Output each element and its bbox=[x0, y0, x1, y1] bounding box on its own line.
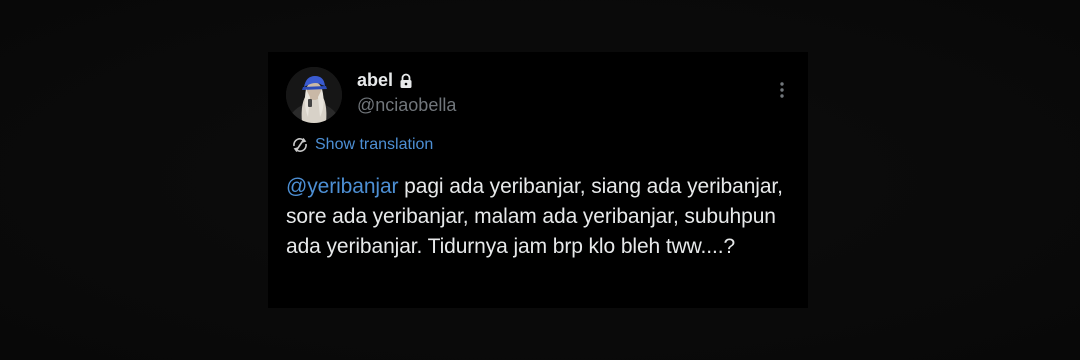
avatar-image bbox=[286, 67, 342, 123]
tweet-text: @yeribanjar pagi ada yeribanjar, siang a… bbox=[286, 172, 796, 262]
display-name-row: abel bbox=[357, 70, 413, 91]
more-options-button[interactable] bbox=[772, 78, 792, 102]
screenshot-canvas: abel @nciaobella Show translation @yerib… bbox=[0, 0, 1080, 360]
show-translation-button[interactable]: Show translation bbox=[291, 136, 433, 154]
translate-icon bbox=[293, 138, 307, 152]
tweet-card[interactable]: abel @nciaobella Show translation @yerib… bbox=[268, 52, 808, 308]
lock-icon bbox=[399, 73, 413, 89]
mention-link[interactable]: @yeribanjar bbox=[286, 175, 399, 198]
show-translation-label: Show translation bbox=[315, 136, 434, 153]
display-name[interactable]: abel bbox=[357, 70, 393, 91]
more-vertical-icon bbox=[780, 82, 784, 98]
user-handle[interactable]: @nciaobella bbox=[357, 95, 456, 116]
avatar[interactable] bbox=[286, 67, 342, 123]
